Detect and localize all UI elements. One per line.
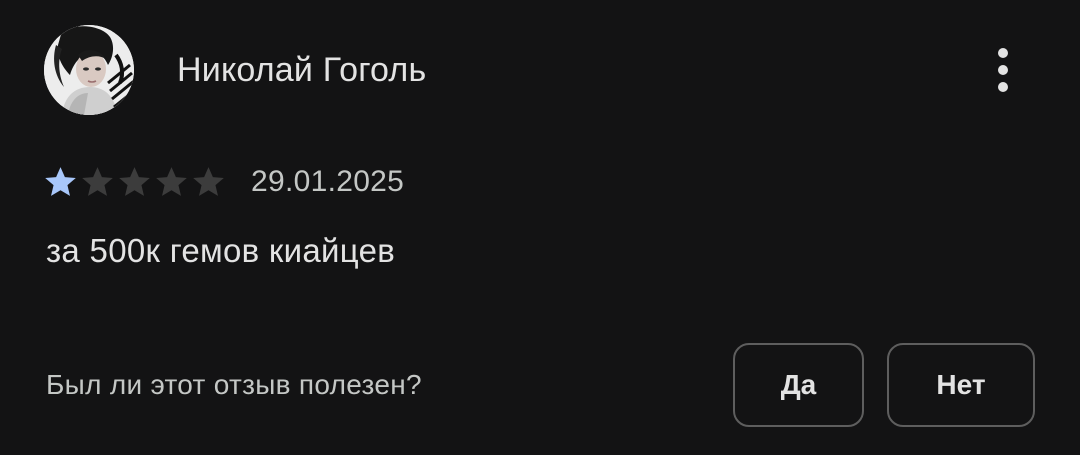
more-options-icon[interactable] [983,44,1023,96]
helpful-no-button[interactable]: Нет [887,343,1035,427]
review-card: Николай Гоголь 29.01.2025 за 500к гемов … [0,0,1080,455]
review-date: 29.01.2025 [251,165,405,198]
dot [998,82,1008,92]
star-empty-icon [82,167,113,196]
star-empty-icon [156,167,187,196]
author-name: Николай Гоголь [177,51,427,89]
star-empty-icon [193,167,224,196]
helpful-question: Был ли этот отзыв полезен? [46,369,422,400]
star-empty-icon [119,167,150,196]
avatar-image [44,25,134,115]
helpful-yes-button[interactable]: Да [733,343,864,427]
review-text: за 500к гемов киайцев [46,232,396,269]
rating-row: 29.01.2025 [42,160,404,204]
star-filled-icon [45,167,76,196]
dot [998,48,1008,58]
avatar[interactable] [44,25,134,115]
star-rating [42,165,227,199]
dot [998,65,1008,75]
